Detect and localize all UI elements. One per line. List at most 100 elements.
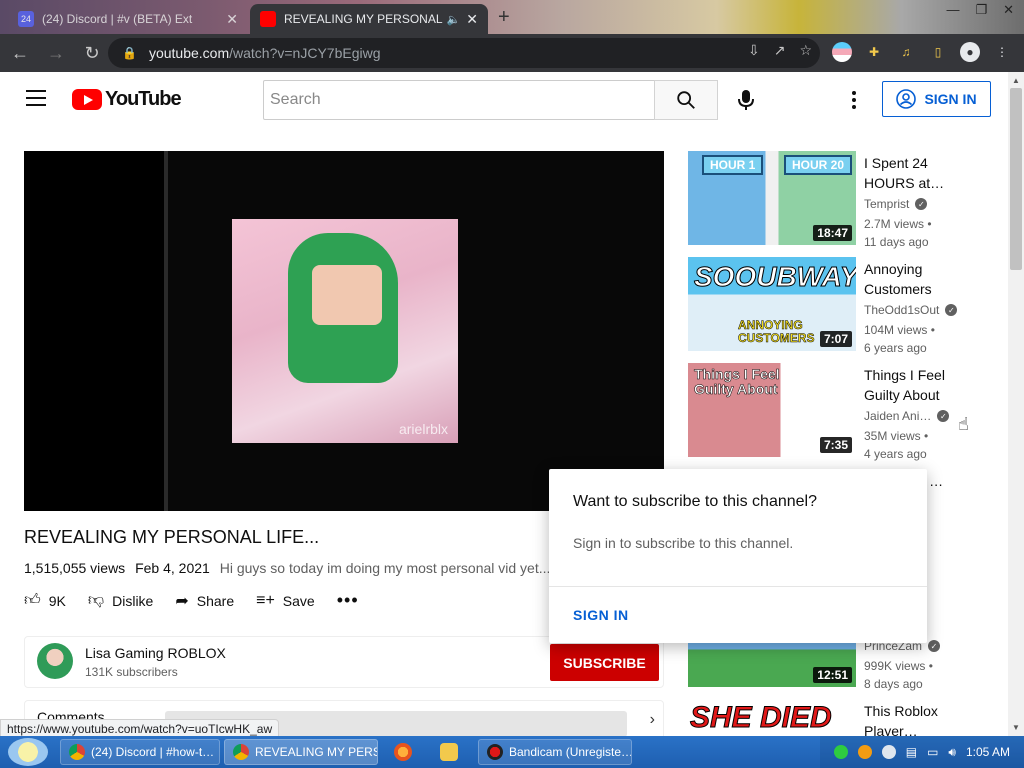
tray-search-icon[interactable]: [857, 745, 872, 759]
rec-title[interactable]: Things I Feel Guilty About: [864, 365, 974, 405]
taskbar-item-youtube[interactable]: REVEALING MY PERS…: [224, 739, 378, 765]
scroll-up-icon[interactable]: ▲: [1012, 76, 1020, 85]
chevron-right-icon[interactable]: ›: [650, 711, 655, 729]
rec-title[interactable]: This Roblox Player…: [864, 701, 974, 736]
rec-age: 6 years ago: [864, 341, 927, 355]
dialog-sign-in-button[interactable]: SIGN IN: [573, 607, 629, 623]
duration-badge: 12:51: [813, 667, 852, 683]
recommendation-item[interactable]: SOOUBWAY? ANNOYING CUSTOMERS 7:07 Annoyi…: [688, 257, 988, 357]
forward-icon[interactable]: →: [40, 37, 72, 69]
logo-text: YouTube: [105, 88, 182, 110]
rec-thumbnail[interactable]: SHE DIED: [688, 699, 856, 736]
taskbar-item-label: (24) Discord | #how-t…: [91, 745, 215, 759]
rec-title[interactable]: I Spent 24 HOURS at…: [864, 153, 974, 193]
install-app-icon[interactable]: ⇩: [748, 42, 760, 59]
file-explorer-icon[interactable]: [440, 743, 458, 761]
duration-badge: 7:07: [819, 331, 852, 347]
speaker-icon[interactable]: 🔈: [447, 13, 461, 26]
search-input[interactable]: Search: [263, 80, 655, 120]
video-watermark: arielrblx: [398, 421, 448, 437]
rec-age: 8 days ago: [864, 677, 923, 691]
tray-status-icon[interactable]: [833, 745, 848, 759]
video-actions: 👍︎ 9K 👎︎ Dislike ➦ Share ≡+ Save •••: [24, 590, 381, 611]
bookmark-star-icon[interactable]: ☆: [799, 42, 812, 59]
close-tab-icon[interactable]: ✕: [226, 11, 238, 28]
account-icon: [896, 89, 917, 109]
channel-name[interactable]: Lisa Gaming ROBLOX: [85, 645, 226, 661]
tab-discord[interactable]: 24 (24) Discord | #v (BETA) Ext ✕: [8, 4, 248, 34]
rec-thumbnail[interactable]: HOUR 1 HOUR 20 18:47: [688, 151, 856, 245]
thumbs-down-icon: 👎︎: [87, 592, 105, 609]
share-page-icon[interactable]: ↗: [774, 42, 786, 59]
new-tab-icon[interactable]: +: [498, 6, 510, 29]
thumb-text: HOUR 1: [702, 155, 764, 175]
maximize-icon[interactable]: ❐: [975, 2, 987, 18]
reload-icon[interactable]: ↻: [76, 37, 108, 69]
rec-age: 4 years ago: [864, 447, 927, 461]
save-button[interactable]: ≡+ Save: [256, 592, 315, 610]
hamburger-menu-icon[interactable]: [26, 90, 46, 106]
firefox-icon[interactable]: [394, 743, 412, 761]
voice-search-button[interactable]: [730, 84, 762, 116]
recommendation-item[interactable]: SHE DIED This Roblox Player…: [688, 699, 988, 736]
rec-stats: 2.7M views • 11 days ago: [864, 215, 932, 251]
extension-flag-icon[interactable]: [832, 42, 852, 62]
clock[interactable]: 1:05 AM: [966, 745, 1010, 759]
video-frame-image: arielrblx: [232, 219, 458, 443]
view-count: 1,515,055 views: [24, 560, 126, 576]
video-player[interactable]: arielrblx: [24, 151, 664, 511]
like-button[interactable]: 👍︎ 9K: [24, 591, 66, 610]
page-scrollbar[interactable]: ▲ ▼: [1008, 72, 1024, 736]
channel-avatar[interactable]: [37, 643, 73, 679]
rec-age: 11 days ago: [864, 235, 929, 249]
extensions-puzzle-icon[interactable]: ✚: [864, 42, 884, 62]
rec-thumbnail[interactable]: SOOUBWAY? ANNOYING CUSTOMERS 7:07: [688, 257, 856, 351]
rec-thumbnail[interactable]: Things I Feel Guilty About 7:35: [688, 363, 856, 457]
recommendation-item[interactable]: HOUR 1 HOUR 20 18:47 I Spent 24 HOURS at…: [688, 151, 988, 251]
tab-youtube[interactable]: REVEALING MY PERSONAL L 🔈 ✕: [250, 4, 488, 34]
subscriber-count: 131K subscribers: [85, 665, 178, 679]
dialog-divider: [549, 586, 927, 587]
start-button-icon[interactable]: [8, 738, 48, 766]
volume-icon[interactable]: 🔊︎: [948, 745, 956, 760]
tray-app-icon[interactable]: [881, 745, 896, 759]
taskbar-item-bandicam[interactable]: Bandicam (Unregiste…: [478, 739, 632, 765]
lock-icon[interactable]: 🔒: [122, 46, 137, 60]
minimize-icon[interactable]: —: [946, 2, 959, 18]
profile-avatar-icon[interactable]: ●: [960, 42, 980, 62]
thumb-text: SOOUBWAY?: [693, 261, 856, 293]
tray-battery-icon[interactable]: ▭: [927, 745, 938, 759]
close-window-icon[interactable]: ✕: [1003, 2, 1014, 18]
back-icon[interactable]: ←: [4, 37, 36, 69]
scroll-thumb[interactable]: [1010, 88, 1022, 270]
rec-stats: 104M views • 6 years ago: [864, 321, 935, 357]
scroll-down-icon[interactable]: ▼: [1012, 723, 1020, 732]
verified-check-icon: ✓: [937, 410, 950, 422]
youtube-logo[interactable]: YouTube: [72, 88, 182, 111]
taskbar-item-label: REVEALING MY PERS…: [255, 745, 377, 759]
share-arrow-icon: ➦: [175, 592, 189, 610]
duration-badge: 7:35: [819, 437, 852, 453]
chrome-icon: [69, 744, 85, 760]
tray-network-icon[interactable]: ▤: [906, 745, 917, 759]
rec-channel: Jaiden Ani… ✓: [864, 409, 950, 423]
browser-menu-icon[interactable]: ⋮: [992, 42, 1012, 62]
rec-title[interactable]: Annoying Customers: [864, 259, 974, 299]
subscribe-button[interactable]: SUBSCRIBE: [550, 644, 659, 681]
share-button[interactable]: ➦ Share: [175, 591, 234, 611]
media-control-icon[interactable]: ♫: [896, 42, 916, 62]
search-button[interactable]: [654, 80, 718, 120]
taskbar-item-discord[interactable]: (24) Discord | #how-t…: [60, 739, 220, 765]
description-snippet[interactable]: Hi guys so today im doing my most person…: [220, 560, 555, 576]
side-panel-icon[interactable]: ▯: [928, 42, 948, 62]
recommendation-item[interactable]: Things I Feel Guilty About 7:35 Things I…: [688, 363, 988, 463]
rec-stats: 35M views • 4 years ago: [864, 427, 928, 463]
sign-in-button[interactable]: SIGN IN: [882, 81, 991, 117]
address-bar[interactable]: 🔒 youtube.com/watch?v=nJCY7bEgiwg ⇩ ↗ ☆: [108, 38, 820, 68]
like-count: 9K: [48, 592, 66, 609]
settings-menu-icon[interactable]: [842, 86, 866, 114]
close-tab-icon[interactable]: ✕: [466, 11, 478, 28]
dislike-button[interactable]: 👎︎ Dislike: [88, 591, 153, 610]
more-actions-icon[interactable]: •••: [337, 590, 359, 611]
rec-stats: 999K views • 8 days ago: [864, 657, 933, 693]
